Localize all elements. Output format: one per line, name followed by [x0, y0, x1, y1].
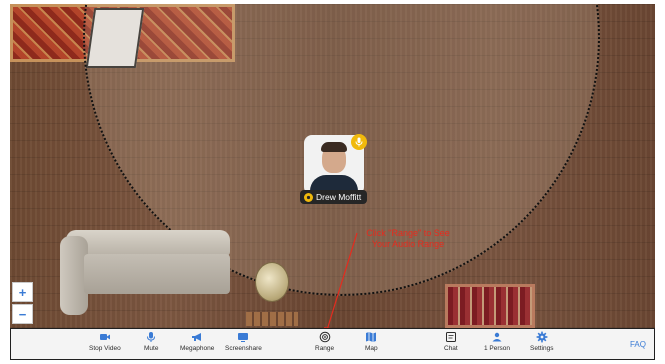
- map-button[interactable]: Map: [365, 331, 378, 358]
- microphone-icon: [351, 134, 367, 150]
- zoom-in-button[interactable]: +: [12, 282, 33, 302]
- rug-decoration-bottom: [445, 284, 535, 328]
- faq-link[interactable]: FAQ: [630, 340, 646, 349]
- range-button[interactable]: Range: [315, 331, 334, 358]
- range-label: Range: [315, 345, 335, 352]
- settings-button[interactable]: Settings: [530, 331, 554, 358]
- sofa-furniture: [60, 230, 230, 315]
- mute-button[interactable]: Mute: [144, 331, 158, 358]
- user-status-icon: [304, 192, 313, 202]
- chat-button[interactable]: Chat: [444, 331, 458, 358]
- screenshare-button[interactable]: Screenshare: [225, 331, 262, 358]
- side-table: [255, 262, 289, 302]
- chat-icon: [445, 332, 456, 342]
- bottom-toolbar: Stop Video Mute Megaphone Screenshare Ra…: [10, 328, 655, 360]
- range-callout: Click "Range" to See Your Audio Range: [342, 228, 474, 250]
- screenshare-label: Screenshare: [225, 345, 262, 352]
- sofa-seat: [84, 254, 230, 294]
- avatar-hair: [321, 142, 347, 152]
- user-name-tag: Drew Moffitt: [300, 190, 368, 204]
- people-label: 1 Person: [484, 345, 511, 352]
- megaphone-label: Megaphone: [180, 345, 215, 352]
- people-icon: [492, 332, 502, 342]
- gear-icon: [536, 331, 548, 343]
- sofa-back: [66, 230, 230, 256]
- settings-label: Settings: [530, 345, 554, 352]
- screenshare-icon: [238, 333, 249, 342]
- mute-label: Mute: [144, 345, 159, 352]
- megaphone-icon: [192, 333, 202, 341]
- megaphone-button[interactable]: Megaphone: [180, 331, 214, 358]
- callout-line-1: Click "Range" to See: [366, 228, 450, 238]
- microphone-icon: [147, 332, 156, 342]
- stop-video-button[interactable]: Stop Video: [89, 331, 121, 358]
- callout-line-2: Your Audio Range: [371, 239, 445, 249]
- stop-video-label: Stop Video: [89, 345, 121, 352]
- floor-vent: [246, 312, 298, 326]
- video-camera-icon: [99, 334, 110, 340]
- map-label: Map: [365, 345, 378, 352]
- zoom-out-label: −: [18, 306, 27, 322]
- zoom-in-label: +: [18, 284, 27, 300]
- map-icon: [366, 332, 377, 342]
- chat-label: Chat: [444, 345, 458, 352]
- people-button[interactable]: 1 Person: [484, 331, 510, 358]
- zoom-out-button[interactable]: −: [12, 304, 33, 324]
- range-icon: [319, 331, 330, 343]
- user-name: Drew Moffitt: [316, 192, 362, 202]
